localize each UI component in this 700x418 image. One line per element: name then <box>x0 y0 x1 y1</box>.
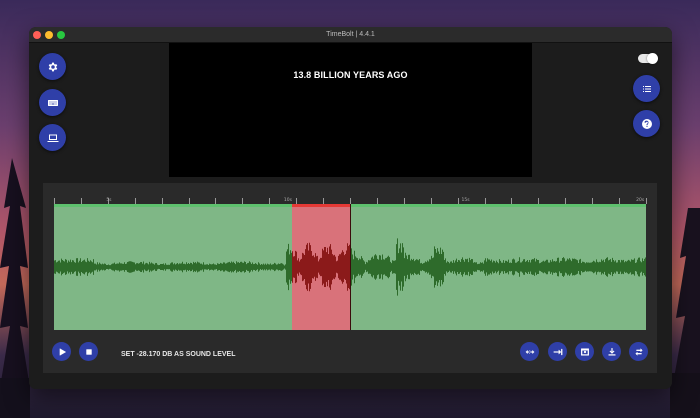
timeline-editor: 5s 10s 15s 20s <box>43 183 657 373</box>
video-preview[interactable]: 13.8 BILLION YEARS AGO <box>169 43 532 177</box>
stop-button[interactable] <box>79 342 98 361</box>
zoom-window-button[interactable] <box>57 31 65 39</box>
video-caption: 13.8 BILLION YEARS AGO <box>293 70 408 80</box>
help-button[interactable] <box>633 110 660 137</box>
preview-button[interactable] <box>575 342 594 361</box>
status-message: SET -28.170 DB AS SOUND LEVEL <box>121 351 236 358</box>
timeline-ruler[interactable]: 5s 10s 15s 20s <box>54 189 647 204</box>
swap-icon <box>634 347 643 356</box>
title-bar[interactable]: TimeBolt | 4.4.1 <box>29 27 672 43</box>
expand-horizontal-icon <box>525 349 534 354</box>
ruler-label: 15s <box>461 198 470 203</box>
window-title: TimeBolt | 4.4.1 <box>326 31 375 38</box>
close-window-button[interactable] <box>33 31 41 39</box>
expand-button[interactable] <box>520 342 539 361</box>
app-window: TimeBolt | 4.4.1 13.8 BILLION YEARS AGO <box>29 27 672 389</box>
laptop-icon <box>47 134 58 142</box>
waveform-cut <box>292 242 350 292</box>
mode-toggle[interactable] <box>638 53 658 64</box>
download-button[interactable] <box>602 342 621 361</box>
play-button[interactable] <box>52 342 71 361</box>
help-icon <box>641 118 652 129</box>
download-icon <box>607 347 616 356</box>
keyboard-button[interactable] <box>39 89 66 116</box>
ruler-tick <box>646 198 647 204</box>
ruler-label: 10s <box>283 198 292 203</box>
gear-icon <box>48 62 57 71</box>
desktop-tree-left <box>0 158 30 418</box>
play-icon <box>59 347 66 356</box>
main-content: 13.8 BILLION YEARS AGO 5s 10s 15s 20s SE… <box>29 43 672 389</box>
skip-to-end-button[interactable] <box>548 342 567 361</box>
playhead[interactable] <box>350 204 351 330</box>
waveform-track[interactable] <box>54 204 646 330</box>
window-icon <box>580 347 589 356</box>
ruler-label: 5s <box>106 198 112 203</box>
swap-button[interactable] <box>629 342 648 361</box>
skip-to-end-icon <box>553 348 562 355</box>
display-button[interactable] <box>39 124 66 151</box>
settings-button[interactable] <box>39 53 66 80</box>
list-button[interactable] <box>633 75 660 102</box>
minimize-window-button[interactable] <box>45 31 53 39</box>
list-icon <box>642 85 651 92</box>
window-controls <box>33 31 65 39</box>
ruler-label: 20s <box>636 198 645 203</box>
keyboard-icon <box>47 99 58 106</box>
desktop-tree-right <box>670 208 700 418</box>
stop-icon <box>85 348 92 355</box>
toggle-knob <box>647 53 658 64</box>
